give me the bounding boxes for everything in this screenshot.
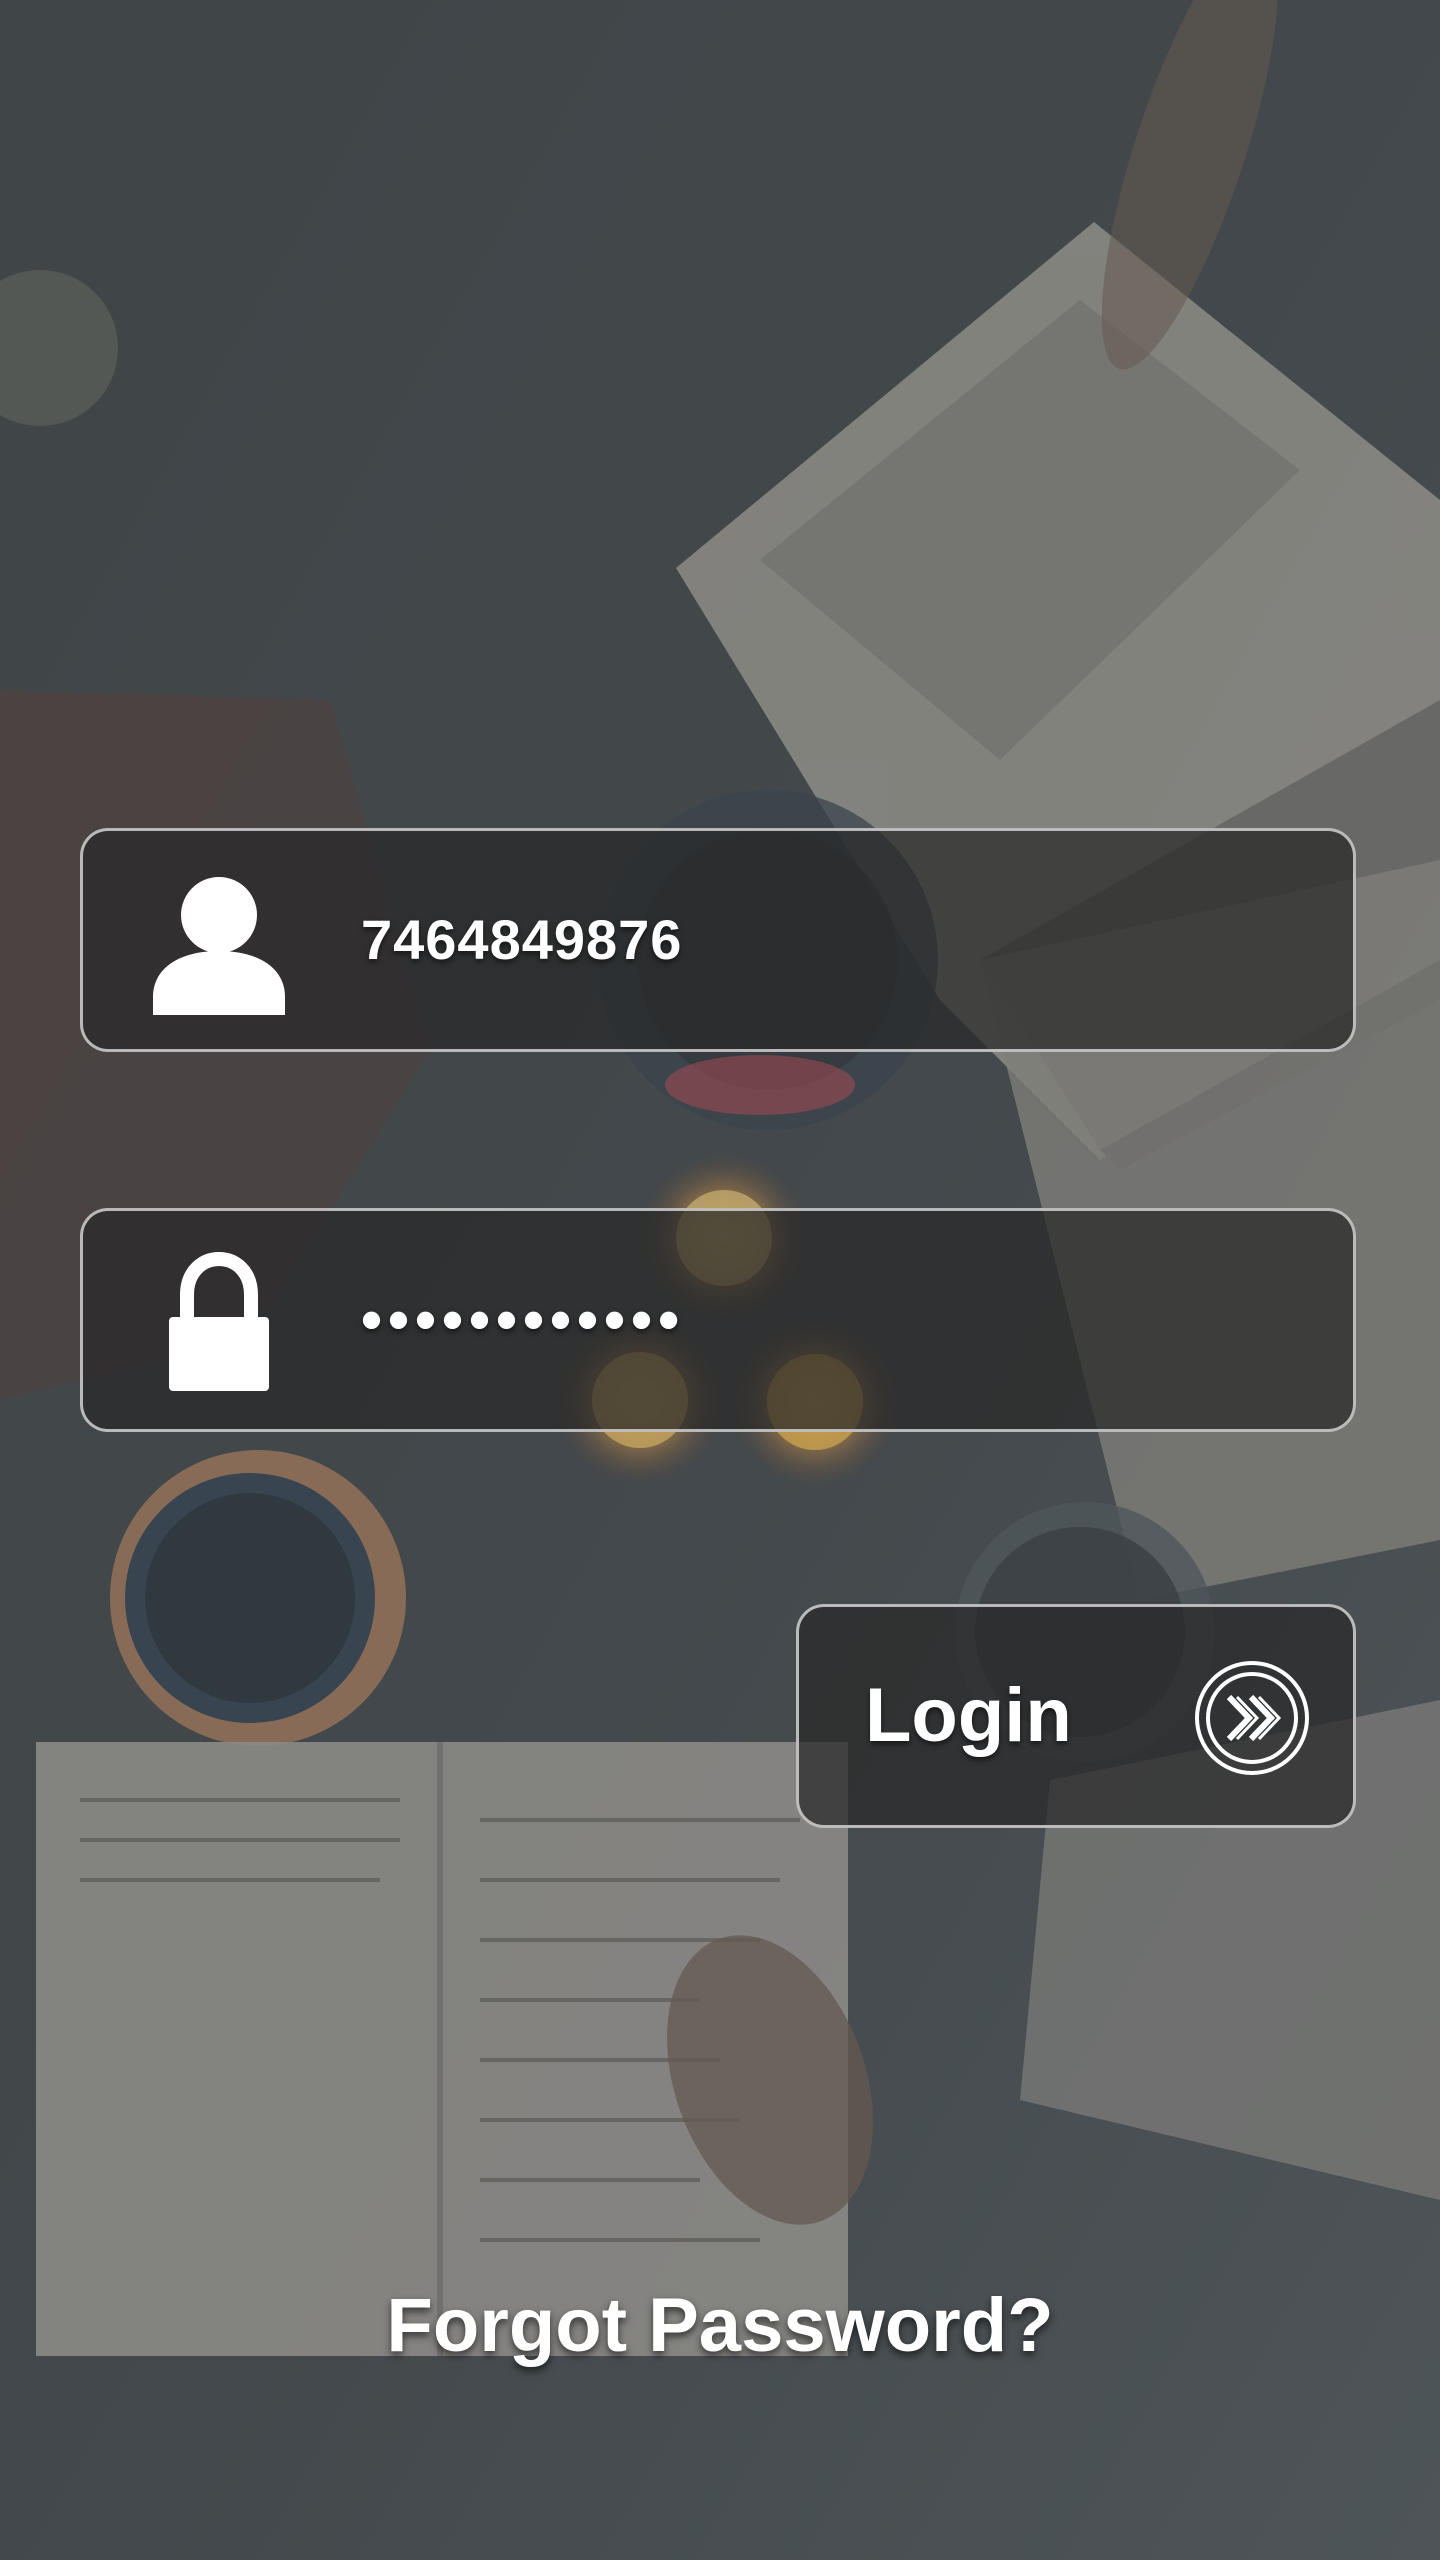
username-field[interactable]: 7464849876 (80, 828, 1356, 1052)
username-value: 7464849876 (361, 908, 683, 971)
forgot-password-link[interactable]: Forgot Password? (0, 2282, 1440, 2369)
password-field[interactable]: •••••••••••• (80, 1208, 1356, 1432)
login-button[interactable]: Login (796, 1604, 1356, 1828)
login-screen: 7464849876 •••••••••••• Login Forgot Pas… (0, 0, 1440, 2560)
lock-icon (169, 1251, 269, 1391)
login-button-label: Login (865, 1673, 1072, 1758)
double-chevron-right-icon (1195, 1661, 1309, 1775)
user-icon (153, 877, 285, 1015)
password-value: •••••••••••• (361, 1286, 686, 1353)
